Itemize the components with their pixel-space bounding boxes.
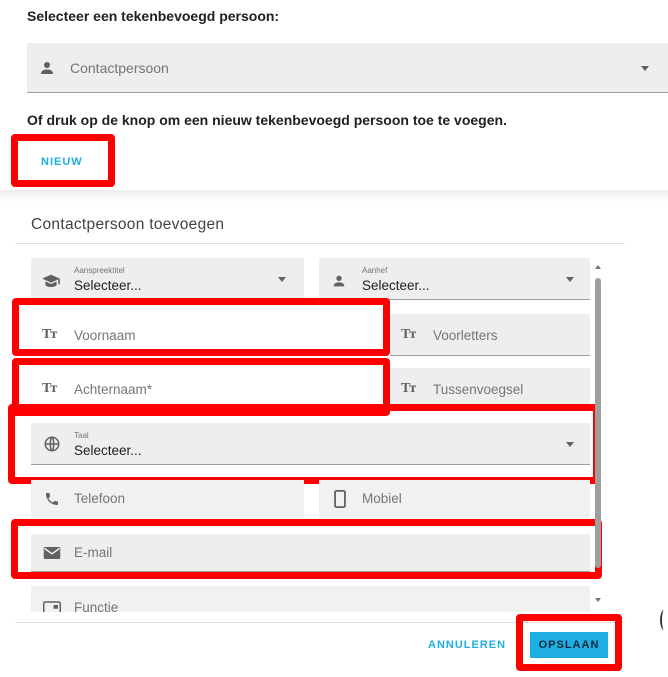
chevron-down-icon [641,66,649,71]
mobiel-field[interactable]: Mobiel [319,480,590,518]
mobile-phone-icon [330,489,350,509]
functie-placeholder: Functie [74,600,119,612]
telefoon-placeholder: Telefoon [74,491,126,506]
mobiel-placeholder: Mobiel [362,491,402,506]
scrollbar-thumb[interactable] [595,278,601,568]
contact-person-placeholder: Contactpersoon [70,60,169,76]
chevron-down-icon [566,277,574,282]
scrollbar-track[interactable] [592,262,604,612]
save-button-highlight [516,614,622,671]
functie-field[interactable]: Functie [31,586,590,612]
title-divider [15,243,625,244]
text-format-icon: Tт [401,381,416,396]
graduation-cap-icon [41,271,61,291]
voorletters-field[interactable]: Tт Voorletters [390,314,590,356]
card-icon [42,598,62,612]
voornaam-highlight [12,298,390,356]
aanspreektitel-value: Selecteer... [74,278,142,293]
taal-highlight [8,404,600,484]
chevron-down-icon [278,277,286,282]
phone-icon [42,489,62,509]
aanhef-value: Selecteer... [362,278,430,293]
voorletters-placeholder: Voorletters [433,328,498,343]
aanhef-label: Aanhef [362,266,388,275]
cancel-button[interactable]: ANNULEREN [428,639,506,651]
section-divider [0,190,668,202]
scroll-up-arrow-icon[interactable] [595,265,601,269]
email-highlight [11,519,602,579]
form-title: Contactpersoon toevoegen [31,216,225,233]
text-format-icon: Tт [401,327,416,342]
new-button-highlight [11,134,115,187]
new-person-hint: Of druk op de knop om een nieuw tekenbev… [27,112,507,128]
edge-artifact [660,610,668,630]
person-icon [329,271,349,291]
aanspreektitel-select[interactable]: Aanspreektitel Selecteer... [31,258,304,300]
telefoon-field[interactable]: Telefoon [31,480,304,518]
scroll-down-arrow-icon[interactable] [595,598,601,602]
contact-person-select[interactable]: Contactpersoon [27,43,668,93]
aanhef-select[interactable]: Aanhef Selecteer... [319,258,590,300]
person-icon [37,58,57,78]
tussenvoegsel-placeholder: Tussenvoegsel [433,382,524,397]
select-signatory-label: Selecteer een tekenbevoegd persoon: [27,8,280,24]
aanspreektitel-label: Aanspreektitel [74,266,125,275]
